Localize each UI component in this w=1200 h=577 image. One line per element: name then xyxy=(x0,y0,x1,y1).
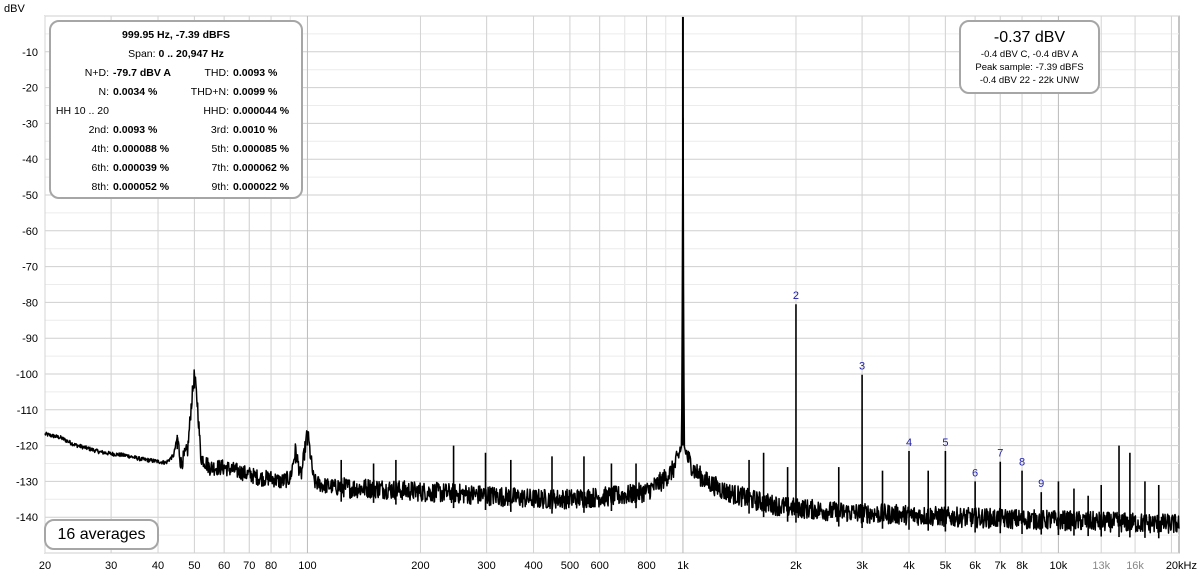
x-tick-label: 300 xyxy=(477,560,495,572)
harmonic-marker: 4 xyxy=(906,437,912,449)
span-readout: Span: 0 .. 20,947 Hz xyxy=(51,45,301,63)
y-tick-label: -50 xyxy=(22,190,38,202)
y-tick-label: -10 xyxy=(22,47,38,59)
stat-value: 0.0010 % xyxy=(233,124,278,136)
stat-row: N: 0.0034 % THD+N: 0.0099 % xyxy=(51,83,301,101)
level-unweighted: -0.4 dBV 22 - 22k UNW xyxy=(979,75,1080,86)
stat-label: HH 10 .. 20 xyxy=(55,105,109,117)
y-tick-label: -40 xyxy=(22,154,38,166)
y-tick-label: -130 xyxy=(16,476,38,488)
y-tick-label: -100 xyxy=(16,369,38,381)
stat-value: 0.000088 % xyxy=(113,143,170,155)
x-tick-label: 60 xyxy=(218,560,230,572)
x-tick-label: 200 xyxy=(411,560,429,572)
x-tick-label: 6k xyxy=(969,560,981,572)
harmonic-marker: 6 xyxy=(972,467,978,479)
level-main: -0.37 dBV xyxy=(993,29,1066,46)
stat-value: 0.0034 % xyxy=(113,86,158,98)
stat-label: HHD: xyxy=(203,105,229,117)
x-tick-label: 16k xyxy=(1126,560,1144,572)
harmonic-marker: 9 xyxy=(1038,478,1044,490)
x-tick-label: 8k xyxy=(1016,560,1028,572)
y-tick-label: -60 xyxy=(22,226,38,238)
stat-label: 4th: xyxy=(91,143,109,155)
x-tick-label: 10k xyxy=(1050,560,1068,572)
harmonic-marker: 7 xyxy=(997,448,1003,460)
stat-value: 0.000052 % xyxy=(113,181,170,193)
stat-value: 0.000062 % xyxy=(233,162,290,174)
x-tick-label: 20kHz xyxy=(1166,560,1197,572)
y-tick-label: -140 xyxy=(16,512,38,524)
y-tick-label: -110 xyxy=(17,405,38,417)
x-tick-label: 7k xyxy=(994,560,1006,572)
y-tick-label: -70 xyxy=(22,262,38,274)
harmonic-marker: 2 xyxy=(793,290,799,302)
harmonic-marker: 3 xyxy=(859,361,865,373)
x-tick-label: 2k xyxy=(790,560,802,572)
stat-label: 5th: xyxy=(211,143,229,155)
y-tick-label: -80 xyxy=(22,297,38,309)
x-tick-label: 70 xyxy=(243,560,255,572)
stat-value: 0.000085 % xyxy=(233,143,290,155)
level-peak-sample: Peak sample: -7.39 dBFS xyxy=(975,62,1084,73)
stat-value: 0.0093 % xyxy=(233,67,278,79)
harmonic-marker: 5 xyxy=(942,437,948,449)
x-tick-label: 13k xyxy=(1092,560,1110,572)
stat-label: 7th: xyxy=(211,162,229,174)
level-readout-panel: -0.37 dBV -0.4 dBV C, -0.4 dBV A Peak sa… xyxy=(959,20,1100,94)
stat-row: HH 10 .. 20 HHD: 0.000044 % xyxy=(51,102,301,120)
x-tick-label: 3k xyxy=(856,560,868,572)
fundamental-readout: 999.95 Hz, -7.39 dBFS xyxy=(122,29,230,41)
stat-label: 6th: xyxy=(91,162,109,174)
span-label: Span: xyxy=(128,48,156,60)
x-tick-label: 500 xyxy=(561,560,579,572)
stat-row: 8th: 0.000052 % 9th: 0.000022 % xyxy=(51,178,301,196)
x-tick-label: 1k xyxy=(677,560,689,572)
stat-row: 6th: 0.000039 % 7th: 0.000062 % xyxy=(51,159,301,177)
averages-badge: 16 averages xyxy=(44,519,159,550)
x-tick-label: 5k xyxy=(940,560,952,572)
stat-label: 9th: xyxy=(211,181,229,193)
x-tick-label: 20 xyxy=(39,560,51,572)
x-tick-label: 600 xyxy=(590,560,608,572)
x-tick-label: 800 xyxy=(637,560,655,572)
stat-value: -79.7 dBV A xyxy=(113,67,171,79)
stat-value: 0.0099 % xyxy=(233,86,278,98)
measurement-stats-panel: 999.95 Hz, -7.39 dBFS Span: 0 .. 20,947 … xyxy=(49,20,303,199)
stat-value: 0.0093 % xyxy=(113,124,158,136)
harmonic-marker: 8 xyxy=(1019,457,1025,469)
x-tick-label: 80 xyxy=(265,560,277,572)
x-tick-label: 50 xyxy=(188,560,200,572)
stat-row: 2nd: 0.0093 % 3rd: 0.0010 % xyxy=(51,121,301,139)
stat-row: N+D: -79.7 dBV A THD: 0.0093 % xyxy=(51,64,301,82)
x-tick-label: 100 xyxy=(298,560,316,572)
stat-label: THD: xyxy=(204,67,230,79)
stat-value: 0.000044 % xyxy=(233,105,290,117)
y-tick-label: -20 xyxy=(22,83,38,95)
stat-label: 3rd: xyxy=(210,124,229,136)
stat-row: 4th: 0.000088 % 5th: 0.000085 % xyxy=(51,140,301,158)
y-tick-label: -90 xyxy=(22,333,38,345)
x-tick-label: 400 xyxy=(524,560,542,572)
level-weighted: -0.4 dBV C, -0.4 dBV A xyxy=(980,49,1079,60)
stat-value: 0.000039 % xyxy=(113,162,170,174)
stat-label: N: xyxy=(98,86,110,98)
y-tick-label: -30 xyxy=(22,118,38,130)
span-value: 0 .. 20,947 Hz xyxy=(158,48,224,60)
stat-label: 2nd: xyxy=(88,124,109,136)
stat-label: N+D: xyxy=(84,67,109,79)
stat-label: 8th: xyxy=(91,181,109,193)
y-axis-label: dBV xyxy=(4,3,25,15)
y-tick-label: -120 xyxy=(16,441,38,453)
stat-value: 0.000022 % xyxy=(233,181,290,193)
x-tick-label: 4k xyxy=(903,560,915,572)
x-tick-label: 30 xyxy=(105,560,117,572)
stat-label: THD+N: xyxy=(190,86,229,98)
x-tick-label: 40 xyxy=(152,560,164,572)
